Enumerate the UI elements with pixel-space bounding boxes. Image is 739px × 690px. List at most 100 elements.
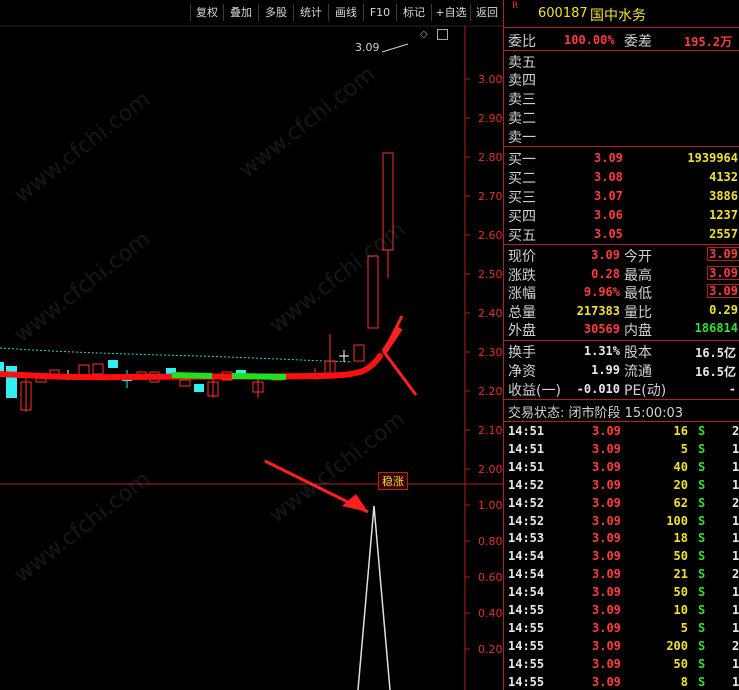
stat-label: 今开 <box>624 249 652 265</box>
stat-label: 涨幅 <box>508 286 536 302</box>
candle <box>6 366 17 398</box>
candle <box>92 363 104 375</box>
tick-price: 3.09 <box>592 495 621 510</box>
indicator-tick: 0.20 <box>478 643 503 656</box>
tick-volume: 20 <box>673 477 688 492</box>
window-toggle-icon[interactable] <box>437 29 448 40</box>
tick-time: 14:52 <box>508 513 545 528</box>
tick-time: 14:53 <box>508 531 545 546</box>
stat-value: 186814 <box>694 321 738 335</box>
tick-side: S <box>698 495 706 510</box>
buy5-volume: 2557 <box>709 227 738 241</box>
weibi-value: 100.00% <box>564 33 615 47</box>
annotation-arrow <box>382 315 418 396</box>
tick-time: 14:51 <box>508 424 545 438</box>
tick-volume: 5 <box>680 441 688 456</box>
price-tick: 2.40 <box>478 307 503 320</box>
tick-row: 14:51 3.09 16 S 2 <box>504 423 739 441</box>
fund-label: 流通 <box>624 364 652 380</box>
tick-price: 3.09 <box>592 459 621 474</box>
tick-volume: 62 <box>673 495 688 510</box>
tick-time: 14:51 <box>508 459 545 474</box>
tick-volume: 40 <box>673 459 688 474</box>
sell2-label: 卖二 <box>508 111 536 127</box>
fund-label: 换手 <box>508 345 536 361</box>
diamond-icon[interactable]: ◇ <box>420 29 428 40</box>
tick-row: 14:55 3.09 5 S 1 <box>504 620 739 638</box>
tick-list[interactable]: 14:51 3.09 16 S 2 14:51 3.09 5 S 1 14:51 3.09 40 S 1 14… <box>504 422 739 690</box>
price-tick: 2.80 <box>478 151 503 164</box>
stat-value: 3.09 <box>591 248 620 262</box>
stable-rise-badge: 稳涨 <box>378 472 408 490</box>
stock-code: 600187 <box>538 6 588 21</box>
buy3-label: 买三 <box>508 190 536 206</box>
fund-value: -0.010 <box>576 382 620 396</box>
tick-row: 14:55 3.09 10 S 1 <box>504 602 739 620</box>
weicha-label: 委差 <box>624 34 652 50</box>
tick-time: 14:55 <box>508 656 545 671</box>
trend-line-green <box>171 372 213 379</box>
indicator-tick: 0.60 <box>478 571 503 584</box>
tick-count: 1 <box>732 441 739 456</box>
tick-price: 3.09 <box>592 531 621 546</box>
tick-row: 14:54 3.09 50 S 1 <box>504 584 739 602</box>
tick-volume: 5 <box>680 620 688 635</box>
annotation-arrow-head <box>381 326 403 354</box>
trade-status: 交易状态: 闭市阶段 15:00:03 <box>508 406 684 421</box>
tick-price: 3.09 <box>592 585 621 600</box>
tick-side: S <box>698 620 706 635</box>
tick-row: 14:52 3.09 20 S 1 <box>504 477 739 495</box>
stock-name: 国中水务 <box>590 8 646 24</box>
tick-time: 14:55 <box>508 638 545 653</box>
tick-volume: 50 <box>673 549 688 564</box>
fund-value: 1.99 <box>591 363 620 377</box>
fund-value: - <box>728 382 736 396</box>
tick-volume: 18 <box>673 531 688 546</box>
tick-price: 3.09 <box>592 656 621 671</box>
fund-value: 16.5亿 <box>695 346 736 360</box>
weibi-label: 委比 <box>508 34 536 50</box>
tick-time: 14:52 <box>508 477 545 492</box>
tick-price: 3.09 <box>592 549 621 564</box>
fund-label: PE(动) <box>624 383 667 399</box>
tick-row: 14:52 3.09 62 S 2 <box>504 495 739 513</box>
buy2-label: 买二 <box>508 171 536 187</box>
stat-value: 3.09 <box>707 284 739 298</box>
tick-side: S <box>698 674 706 689</box>
tick-count: 2 <box>732 495 739 510</box>
sell3-label: 卖三 <box>508 92 536 108</box>
tick-price: 3.09 <box>592 638 621 653</box>
price-tick: 2.10 <box>478 424 503 437</box>
price-tick: 2.60 <box>478 229 503 242</box>
tick-count: 1 <box>732 459 739 474</box>
tick-side: S <box>698 441 706 456</box>
stat-label: 最低 <box>624 286 652 302</box>
kline-svg <box>0 25 503 690</box>
buy1-label: 买一 <box>508 152 536 168</box>
tick-side: S <box>698 513 706 528</box>
stat-value: 9.96% <box>583 285 620 299</box>
tick-row: 14:55 3.09 8 S 1 <box>504 674 739 690</box>
sell5-label: 卖五 <box>508 55 536 71</box>
tick-count: 1 <box>732 585 739 600</box>
price-tick: 2.50 <box>478 268 503 281</box>
indicator-tick: 0.80 <box>478 535 503 548</box>
tick-count: 1 <box>732 549 739 564</box>
axis-ticks <box>465 78 470 650</box>
buy2-price: 3.08 <box>594 170 623 184</box>
tick-row: 14:55 3.09 200 S 2 <box>504 638 739 656</box>
tick-row: 14:54 3.09 50 S 1 <box>504 548 739 566</box>
tick-side: S <box>698 638 706 653</box>
kline-chart-area[interactable]: 复权 叠加 多股 统计 画线 F10 标记 +自选 返回 3.00 2.90 2… <box>0 0 503 690</box>
tick-time: 14:55 <box>508 674 545 689</box>
tick-side: S <box>698 549 706 564</box>
tick-time: 14:52 <box>508 495 545 510</box>
tick-row: 14:55 3.09 50 S 1 <box>504 656 739 674</box>
tick-row: 14:51 3.09 5 S 1 <box>504 441 739 459</box>
stat-label: 量比 <box>624 304 652 321</box>
tick-count: 1 <box>732 603 739 617</box>
candle <box>194 384 204 392</box>
sell4-label: 卖四 <box>508 73 536 89</box>
tick-price: 3.09 <box>592 477 621 492</box>
fund-label: 收益(一) <box>508 383 561 399</box>
